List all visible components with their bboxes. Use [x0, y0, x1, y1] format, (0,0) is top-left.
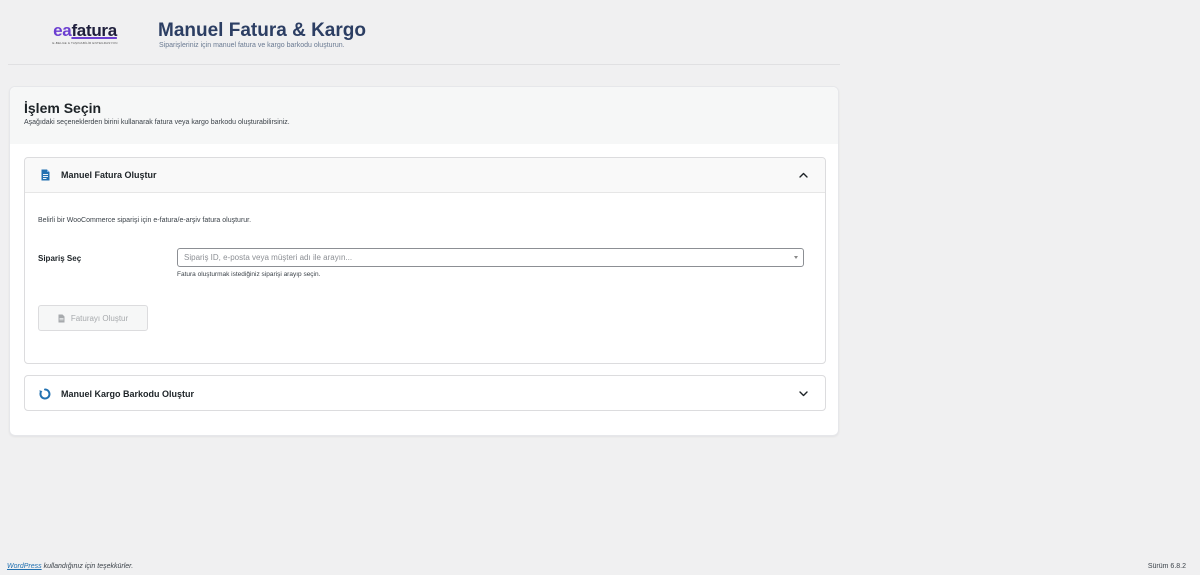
invoice-accordion-body: Belirli bir WooCommerce siparişi için e-…: [25, 193, 825, 363]
invoice-accordion: Manuel Fatura Oluştur Belirli bir WooCom…: [24, 157, 826, 364]
logo-tagline: E-BELGE & TAŞINABİLİR ENTEGRASYON: [52, 41, 118, 45]
chevron-down-icon[interactable]: [798, 388, 809, 399]
page-subtitle: Siparişleriniz için manuel fatura ve kar…: [159, 42, 345, 49]
wordpress-link[interactable]: WordPress: [7, 563, 42, 570]
invoice-accordion-header[interactable]: Manuel Fatura Oluştur: [25, 158, 825, 193]
page-title: Manuel Fatura & Kargo: [158, 20, 366, 41]
card-description: Aşağıdaki seçeneklerden birini kullanara…: [24, 119, 290, 126]
card-header: İşlem Seçin Aşağıdaki seçeneklerden biri…: [10, 87, 838, 144]
eafatura-logo: eafatura E-BELGE & TAŞINABİLİR ENTEGRASY…: [46, 22, 124, 48]
document-icon: [58, 314, 65, 323]
refresh-icon: [39, 387, 51, 401]
logo-wordmark: eafatura: [53, 21, 117, 40]
dropdown-arrow-icon: [794, 256, 798, 259]
invoice-accordion-title: Manuel Fatura Oluştur: [61, 170, 157, 180]
cargo-accordion-title: Manuel Kargo Barkodu Oluştur: [61, 388, 195, 399]
card-title: İşlem Seçin: [24, 100, 102, 116]
invoice-description: Belirli bir WooCommerce siparişi için e-…: [38, 217, 252, 224]
create-invoice-button-label: Faturayı Oluştur: [70, 313, 129, 323]
footer-version: Sürüm 6.8.2: [1147, 563, 1186, 570]
chevron-up-icon[interactable]: [798, 170, 809, 181]
order-select-help: Fatura oluşturmak istediğiniz siparişi a…: [177, 271, 321, 278]
operation-card: İşlem Seçin Aşağıdaki seçeneklerden biri…: [9, 86, 839, 436]
order-search-placeholder: Sipariş ID, e-posta veya müşteri adı ile…: [184, 253, 353, 262]
cargo-accordion-header[interactable]: Manuel Kargo Barkodu Oluştur: [25, 376, 825, 411]
document-icon: [39, 168, 51, 182]
footer-thanks: WordPress kullandığınız için teşekkürler…: [7, 563, 133, 570]
page-header: eafatura E-BELGE & TAŞINABİLİR ENTEGRASY…: [8, 0, 840, 65]
footer-thanks-text: kullandığınız için teşekkürler.: [41, 563, 134, 570]
order-search-select[interactable]: Sipariş ID, e-posta veya müşteri adı ile…: [177, 248, 804, 267]
cargo-accordion: Manuel Kargo Barkodu Oluştur: [24, 375, 826, 411]
create-invoice-button[interactable]: Faturayı Oluştur: [38, 305, 148, 331]
order-select-label: Sipariş Seç: [38, 254, 82, 263]
